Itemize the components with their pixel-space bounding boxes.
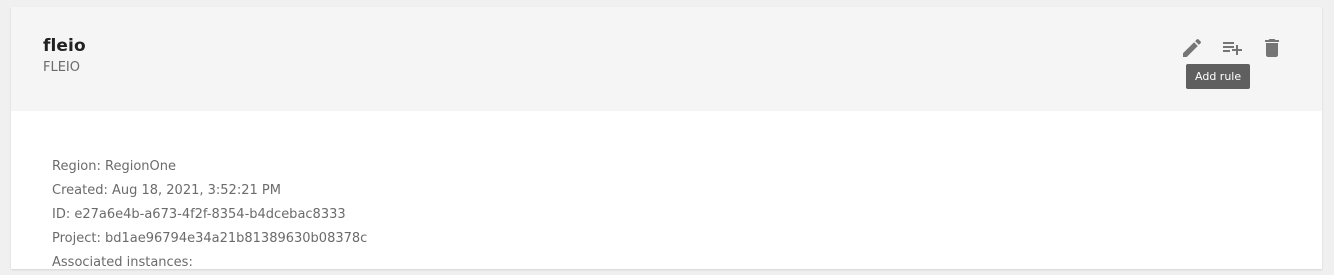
associated-instances-label: Associated instances: <box>52 255 193 270</box>
add-rule-button[interactable] <box>1220 36 1244 60</box>
add-rule-tooltip: Add rule <box>1186 64 1251 89</box>
security-group-subtitle: FLEIO <box>43 60 81 75</box>
project-detail: Project: bd1ae96794e34a21b81389630b08378… <box>52 231 368 246</box>
details-list: Region: RegionOne Created: Aug 18, 2021,… <box>52 155 367 275</box>
card-header: fleio FLEIO <box>11 7 1322 111</box>
security-group-title: fleio <box>43 36 86 56</box>
security-group-card: fleio FLEIO Region: RegionOne Created: A… <box>11 7 1322 270</box>
trash-icon <box>1265 39 1279 57</box>
playlist-add-icon <box>1223 42 1242 55</box>
delete-button[interactable] <box>1260 36 1284 60</box>
region-detail: Region: RegionOne <box>52 159 176 174</box>
created-detail: Created: Aug 18, 2021, 3:52:21 PM <box>52 183 281 198</box>
header-actions <box>1180 36 1284 60</box>
id-detail: ID: e27a6e4b-a673-4f2f-8354-b4dcebac8333 <box>52 207 346 222</box>
pencil-icon <box>1183 38 1202 57</box>
edit-button[interactable] <box>1180 36 1204 60</box>
